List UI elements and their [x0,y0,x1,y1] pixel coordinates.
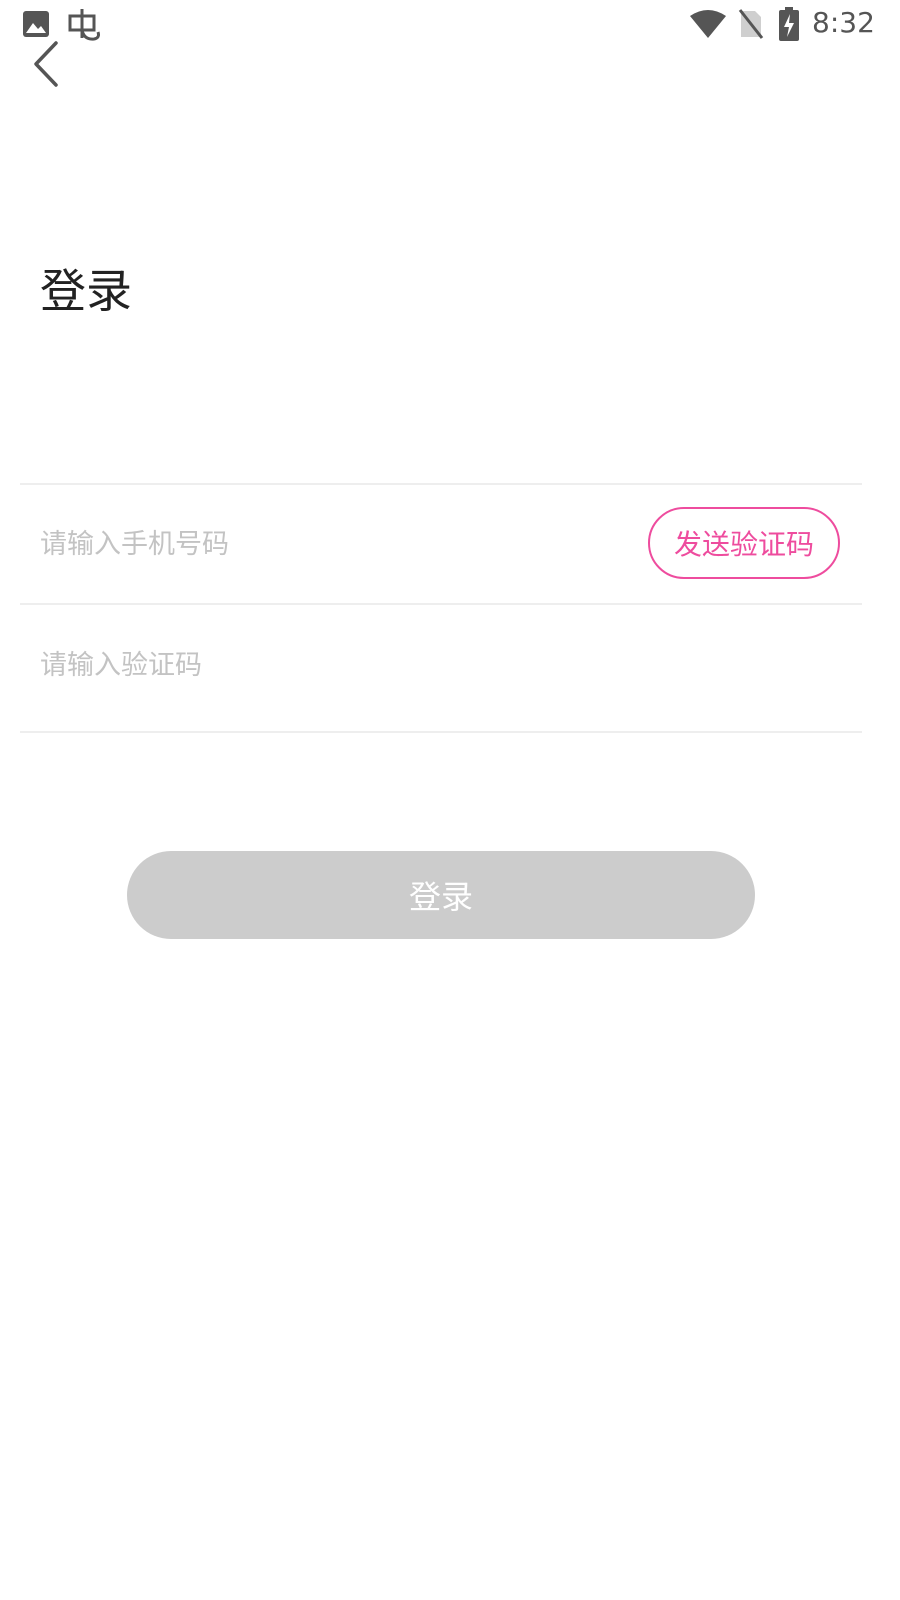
battery-charging-icon [779,7,799,41]
phone-input[interactable] [40,514,640,574]
image-icon [23,11,49,37]
phone-row: 发送验证码 [20,485,862,603]
verification-code-input[interactable] [40,635,640,695]
chevron-left-icon [34,41,58,87]
divider-bottom [20,731,862,733]
back-button[interactable] [30,38,80,90]
status-bar: 8:32 [0,0,900,50]
status-time: 8:32 [812,6,875,39]
login-button[interactable]: 登录 [127,851,755,939]
code-row [20,605,862,731]
no-sim-icon [738,9,764,39]
page-title: 登录 [40,264,132,318]
wifi-icon [690,10,726,38]
send-code-button[interactable]: 发送验证码 [648,507,840,579]
